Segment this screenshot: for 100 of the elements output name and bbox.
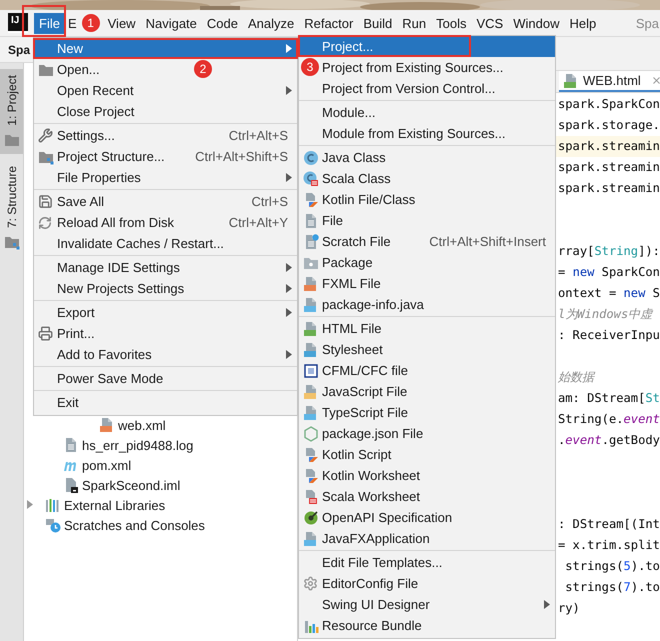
menu-item[interactable]: JavaFXApplication: [299, 528, 555, 549]
menu-item[interactable]: EditorConfig File: [299, 573, 555, 594]
menu-bar-item[interactable]: Code: [202, 12, 243, 34]
hexagon-icon: [303, 426, 319, 442]
menu-item[interactable]: Swing UI Designer: [299, 594, 555, 615]
menu-item[interactable]: Kotlin File/Class: [299, 189, 555, 210]
module-file-icon: [63, 477, 79, 493]
caret-icon: [286, 173, 292, 182]
caret-icon: [286, 284, 292, 293]
tree-item[interactable]: hs_err_pid9488.log: [24, 435, 297, 455]
menu-bar-item[interactable]: Build: [358, 12, 398, 34]
menu-bar-item[interactable]: Run: [397, 12, 432, 34]
menu-item[interactable]: Edit File Templates...: [299, 552, 555, 573]
menu-item[interactable]: Java Class: [299, 147, 555, 168]
menu-item[interactable]: Stylesheet: [299, 339, 555, 360]
menu-item[interactable]: Scratch File Ctrl+Alt+Shift+Insert: [299, 231, 555, 252]
caret-icon: [27, 500, 33, 509]
menu-item[interactable]: Save All Ctrl+S: [34, 191, 297, 212]
menu-bar-item[interactable]: E: [64, 12, 80, 34]
tool-window-tab[interactable]: 7: Structure: [0, 160, 23, 256]
menu-item[interactable]: Reload All from Disk Ctrl+Alt+Y: [34, 212, 297, 233]
menu-item[interactable]: Module from Existing Sources...: [299, 123, 555, 144]
menu-bar-item[interactable]: View: [102, 12, 141, 34]
menu-item[interactable]: 3 Project from Existing Sources...: [299, 57, 555, 78]
code-line: String(e.event: [558, 412, 660, 426]
step-badge: 3: [301, 58, 319, 76]
menu-item[interactable]: Kotlin Worksheet: [299, 465, 555, 486]
menu-item[interactable]: Export: [34, 302, 297, 323]
file-icon: [303, 342, 319, 358]
caret-icon: [544, 600, 550, 609]
code-line: spark.streamin: [558, 139, 660, 153]
shortcut-label: Ctrl+Alt+Shift+S: [195, 149, 289, 164]
step-badge: 2: [194, 60, 212, 78]
menu-bar-item[interactable]: Help: [564, 12, 602, 34]
menu-bar-item[interactable]: VCS: [472, 12, 508, 34]
code-line: = x.trim.split: [558, 538, 660, 552]
menu-item[interactable]: Project Structure... Ctrl+Alt+Shift+S: [34, 146, 297, 167]
caret-icon: [286, 86, 292, 95]
editor-tab[interactable]: WEB.html: [559, 71, 660, 92]
scratches-icon: [45, 517, 61, 533]
menu-item[interactable]: Scala Class: [299, 168, 555, 189]
file-icon: [303, 320, 319, 336]
code-line: rray[String]):: [558, 244, 660, 258]
code-line: l为Windows中虚: [558, 307, 652, 321]
caret-icon: [286, 308, 292, 317]
menu-bar-item[interactable]: Navigate: [140, 12, 202, 34]
menu-bar-item[interactable]: File: [34, 12, 65, 34]
text-file-icon: [63, 437, 79, 453]
code-line: spark.streamin: [558, 181, 660, 195]
scala-file-icon: [303, 488, 319, 504]
menu-bar-item[interactable]: Tools: [431, 12, 472, 34]
menu-item[interactable]: Add to Favorites: [34, 344, 297, 365]
code-line: 始数据: [558, 370, 594, 384]
file-icon: [563, 72, 579, 88]
tree-item[interactable]: Scratches and Consoles: [24, 515, 297, 535]
menu-item[interactable]: package.json File: [299, 423, 555, 444]
menu-item[interactable]: Close Project: [34, 101, 297, 122]
menu-item[interactable]: Kotlin Script: [299, 444, 555, 465]
menu-item[interactable]: OpenAPI Specification: [299, 507, 555, 528]
menu-item[interactable]: Module...: [299, 102, 555, 123]
menu-item[interactable]: FXML File: [299, 273, 555, 294]
menu-item[interactable]: TypeScript File: [299, 402, 555, 423]
menu-item[interactable]: CFML/CFC file: [299, 360, 555, 381]
menu-item[interactable]: Manage IDE Settings: [34, 257, 297, 278]
menu-item[interactable]: Print...: [34, 323, 297, 344]
menu-item[interactable]: package-info.java: [299, 294, 555, 315]
tree-item[interactable]: External Libraries: [24, 495, 297, 515]
menu-item[interactable]: File Properties: [34, 167, 297, 188]
file-icon: [99, 417, 115, 433]
menu-item[interactable]: Resource Bundle: [299, 615, 555, 636]
kotlin-file-icon: [303, 446, 319, 462]
printer-icon: [38, 326, 53, 341]
menu-bar-item[interactable]: Refactor: [299, 12, 358, 34]
menu-item[interactable]: Open Recent: [34, 80, 297, 101]
menu-item[interactable]: Scala Worksheet: [299, 486, 555, 507]
code-line: spark.streamin: [558, 160, 660, 174]
code-line: am: DStream[St: [558, 391, 660, 405]
menu-item[interactable]: HTML File: [299, 318, 555, 339]
code-line: : ReceiverInpu: [558, 328, 660, 342]
menu-item[interactable]: Exit: [34, 392, 297, 413]
close-icon[interactable]: [650, 75, 660, 86]
file-icon: [303, 296, 319, 312]
menu-item[interactable]: Package: [299, 252, 555, 273]
menu-item[interactable]: Invalidate Caches / Restart...: [34, 233, 297, 254]
menu-bar-item[interactable]: Analyze: [242, 12, 300, 34]
library-icon: [45, 497, 61, 513]
menu-item[interactable]: JavaScript File: [299, 381, 555, 402]
menu-item[interactable]: Power Save Mode: [34, 368, 297, 389]
menu-item[interactable]: Settings... Ctrl+Alt+S: [34, 125, 297, 146]
menu-item[interactable]: New Projects Settings: [34, 278, 297, 299]
tree-item[interactable]: SparkSceond.iml: [24, 475, 297, 495]
tree-item[interactable]: pom.xml: [24, 455, 297, 475]
menu-item[interactable]: File: [299, 210, 555, 231]
menu-item[interactable]: Project from Version Control...: [299, 78, 555, 99]
tool-window-tab[interactable]: 1: Project: [0, 69, 23, 154]
menu-bar-item[interactable]: Window: [508, 12, 564, 34]
scratch-file-icon: [303, 234, 319, 250]
tree-item[interactable]: web.xml: [24, 415, 297, 435]
code-line: strings(7).to: [564, 580, 660, 594]
shortcut-label: Ctrl+S: [252, 194, 289, 209]
